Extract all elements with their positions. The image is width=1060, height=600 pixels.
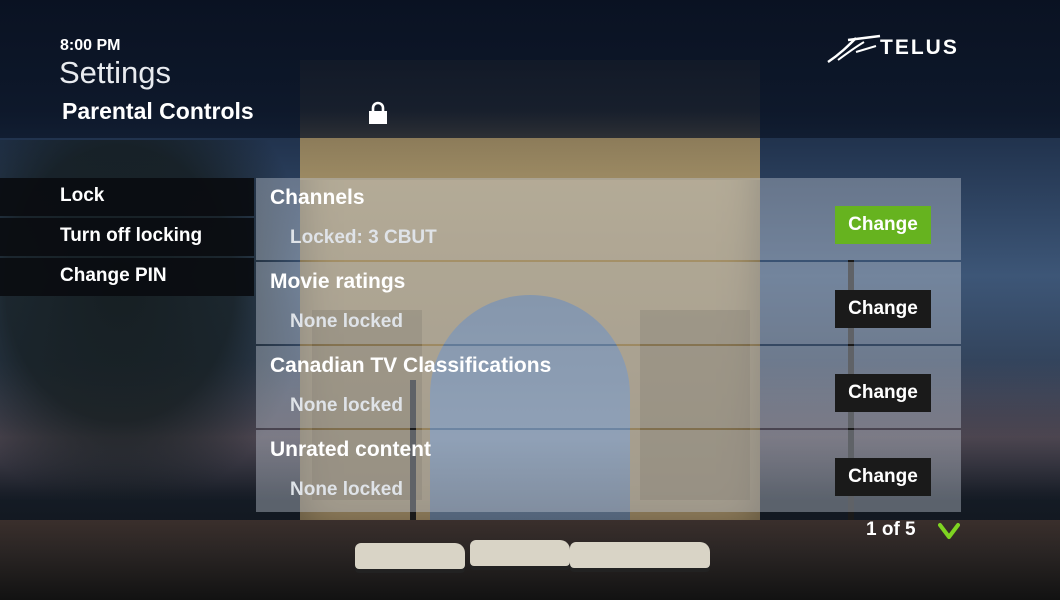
- setting-status: None locked: [290, 395, 403, 416]
- setting-title: Channels: [270, 186, 365, 209]
- car: [470, 540, 570, 566]
- setting-status: Locked: 3 CBUT: [290, 227, 437, 248]
- setting-title: Unrated content: [270, 438, 432, 461]
- section-title: Parental Controls: [62, 98, 254, 124]
- car: [570, 542, 710, 568]
- setting-status: None locked: [290, 479, 403, 500]
- padlock-icon: [369, 101, 387, 124]
- page-title: Settings: [59, 55, 172, 90]
- menu-item-lock[interactable]: Lock: [0, 178, 254, 216]
- telus-logo: TELUS: [826, 32, 986, 66]
- setting-title: Movie ratings: [270, 270, 406, 293]
- settings-panel: Channels Locked: 3 CBUT Change Movie rat…: [256, 178, 961, 514]
- change-channels-button[interactable]: Change: [835, 206, 931, 244]
- clock-time: 8:00 PM: [60, 37, 121, 54]
- change-movie-ratings-button[interactable]: Change: [835, 290, 931, 328]
- chevron-down-icon[interactable]: [938, 522, 960, 540]
- side-menu: Lock Turn off locking Change PIN: [0, 178, 254, 298]
- setting-row-movie-ratings: Movie ratings None locked Change: [256, 262, 961, 344]
- setting-status: None locked: [290, 311, 403, 332]
- brand-name: TELUS: [880, 36, 959, 59]
- change-tv-classifications-button[interactable]: Change: [835, 374, 931, 412]
- setting-row-channels: Channels Locked: 3 CBUT Change: [256, 178, 961, 260]
- telus-swoosh-icon: [827, 34, 881, 64]
- page-indicator: 1 of 5: [866, 519, 916, 540]
- menu-item-change-pin[interactable]: Change PIN: [0, 258, 254, 296]
- menu-item-turn-off-locking[interactable]: Turn off locking: [0, 218, 254, 256]
- car: [355, 543, 465, 569]
- setting-title: Canadian TV Classifications: [270, 354, 552, 377]
- setting-row-canadian-tv-classifications: Canadian TV Classifications None locked …: [256, 346, 961, 428]
- setting-row-unrated-content: Unrated content None locked Change: [256, 430, 961, 512]
- change-unrated-content-button[interactable]: Change: [835, 458, 931, 496]
